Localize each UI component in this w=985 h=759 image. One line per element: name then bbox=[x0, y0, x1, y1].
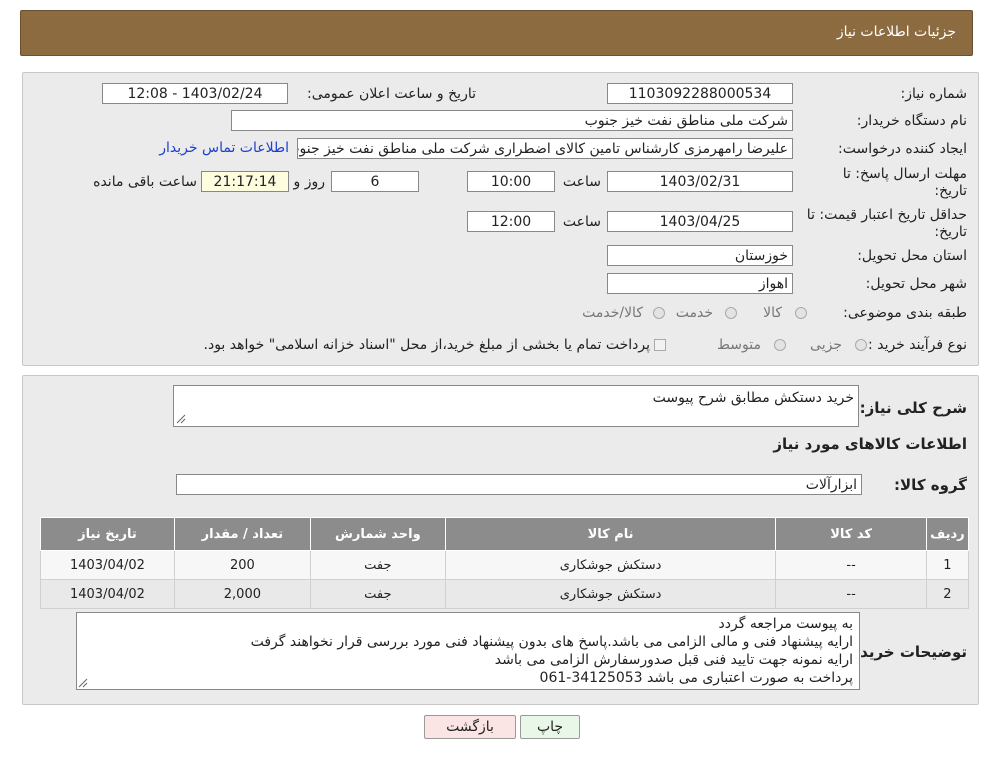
category-option-goods-service: کالا/خدمت bbox=[582, 305, 643, 321]
validity-date-field: 1403/04/25 bbox=[607, 211, 793, 232]
goods-group-field: ابزارآلات bbox=[176, 474, 862, 495]
announce-label: تاریخ و ساعت اعلان عمومی: bbox=[307, 86, 476, 102]
category-radio-service[interactable] bbox=[725, 307, 737, 319]
category-radio-goods-service[interactable] bbox=[653, 307, 665, 319]
buyer-note-line: به پیوست مراجعه گردد bbox=[718, 616, 853, 632]
process-option-minor: جزیی bbox=[810, 337, 842, 353]
col-row: ردیف bbox=[925, 517, 970, 551]
page-title: جزئیات اطلاعات نیاز bbox=[836, 24, 956, 40]
category-radio-goods[interactable] bbox=[795, 307, 807, 319]
col-date: تاریخ نیاز bbox=[40, 517, 175, 551]
process-label: نوع فرآیند خرید : bbox=[868, 337, 967, 353]
remaining-label: ساعت باقی مانده bbox=[93, 174, 197, 190]
col-qty: تعداد / مقدار bbox=[173, 517, 311, 551]
cell-row: 2 bbox=[925, 579, 970, 609]
validity-label-2: تاریخ: bbox=[934, 224, 967, 240]
category-option-service: خدمت bbox=[675, 305, 713, 321]
description-textarea[interactable]: خرید دستکش مطابق شرح پیوست bbox=[173, 385, 859, 427]
creator-field: علیرضا رامهرمزی کارشناس تامین کالای اضطر… bbox=[297, 138, 793, 159]
validity-label: حداقل تاریخ اعتبار قیمت: تا bbox=[806, 207, 967, 223]
print-button[interactable]: چاپ bbox=[520, 715, 580, 739]
deadline-label-2: تاریخ: bbox=[934, 183, 967, 199]
announce-field: 1403/02/24 - 12:08 bbox=[102, 83, 288, 104]
buyer-label: نام دستگاه خریدار: bbox=[856, 113, 967, 129]
cell-qty: 2,000 bbox=[173, 579, 311, 609]
city-label: شهر محل تحویل: bbox=[865, 276, 967, 292]
category-option-goods: کالا bbox=[763, 305, 782, 321]
cell-unit: جفت bbox=[309, 550, 446, 580]
days-field: 6 bbox=[331, 171, 419, 192]
buyer-note-line: ارایه نمونه جهت تایید فنی قبل صدورسفارش … bbox=[494, 652, 853, 668]
col-name: نام کالا bbox=[444, 517, 777, 551]
deadline-label: مهلت ارسال پاسخ: تا bbox=[842, 166, 967, 182]
resize-handle-icon[interactable] bbox=[176, 414, 186, 424]
buyer-note-line: ارایه پیشنهاد فنی و مالی الزامی می باشد.… bbox=[250, 634, 853, 650]
process-option-medium: متوسط bbox=[717, 337, 761, 353]
validity-time-field: 12:00 bbox=[467, 211, 555, 232]
deadline-date-field: 1403/02/31 bbox=[607, 171, 793, 192]
buyer-note-line: پرداخت به صورت اعتباری می باشد 34125053-… bbox=[539, 670, 853, 686]
category-label: طبقه بندی موضوعی: bbox=[843, 305, 967, 321]
table-row: 1 -- دستکش جوشکاری جفت 200 1403/04/02 bbox=[40, 550, 970, 580]
payment-note: پرداخت تمام یا بخشی از مبلغ خرید،از محل … bbox=[203, 337, 650, 353]
need-number-field: 1103092288000534 bbox=[607, 83, 793, 104]
remaining-time-field: 21:17:14 bbox=[201, 171, 289, 192]
creator-label: ایجاد کننده درخواست: bbox=[838, 141, 967, 157]
process-radio-medium[interactable] bbox=[774, 339, 786, 351]
need-number-label: شماره نیاز: bbox=[900, 86, 968, 102]
cell-name: دستکش جوشکاری bbox=[444, 550, 777, 580]
process-radio-minor[interactable] bbox=[855, 339, 867, 351]
page-header: جزئیات اطلاعات نیاز bbox=[20, 10, 973, 56]
cell-date: 1403/04/02 bbox=[40, 550, 175, 580]
cell-name: دستکش جوشکاری bbox=[444, 579, 777, 609]
province-field: خوزستان bbox=[607, 245, 793, 266]
cell-code: -- bbox=[775, 550, 927, 580]
back-button[interactable]: بازگشت bbox=[424, 715, 516, 739]
table-row: 2 -- دستکش جوشکاری جفت 2,000 1403/04/02 bbox=[40, 579, 970, 609]
days-label: روز و bbox=[293, 174, 326, 190]
cell-qty: 200 bbox=[173, 550, 311, 580]
col-unit: واحد شمارش bbox=[309, 517, 446, 551]
cell-row: 1 bbox=[925, 550, 970, 580]
deadline-time-label: ساعت bbox=[562, 174, 601, 190]
buyer-field: شرکت ملی مناطق نفت خیز جنوب bbox=[231, 110, 793, 131]
treasury-checkbox[interactable] bbox=[654, 339, 666, 351]
goods-group-label: گروه کالا: bbox=[894, 476, 967, 494]
province-label: استان محل تحویل: bbox=[857, 248, 967, 264]
city-field: اهواز bbox=[607, 273, 793, 294]
buyer-notes-textarea[interactable]: به پیوست مراجعه گردد ارایه پیشنهاد فنی و… bbox=[76, 612, 860, 690]
goods-section-title: اطلاعات کالاهای مورد نیاز bbox=[773, 435, 967, 453]
col-code: کد کالا bbox=[775, 517, 927, 551]
deadline-time-field: 10:00 bbox=[467, 171, 555, 192]
description-text: خرید دستکش مطابق شرح پیوست bbox=[652, 390, 854, 406]
cell-code: -- bbox=[775, 579, 927, 609]
buyer-contact-link[interactable]: اطلاعات تماس خریدار bbox=[159, 140, 289, 156]
cell-unit: جفت bbox=[309, 579, 446, 609]
description-label: شرح کلی نیاز: bbox=[859, 399, 967, 417]
goods-table: ردیف کد کالا نام کالا واحد شمارش تعداد /… bbox=[40, 517, 970, 609]
resize-handle-icon[interactable] bbox=[78, 678, 88, 688]
validity-time-label: ساعت bbox=[562, 214, 601, 230]
cell-date: 1403/04/02 bbox=[40, 579, 175, 609]
